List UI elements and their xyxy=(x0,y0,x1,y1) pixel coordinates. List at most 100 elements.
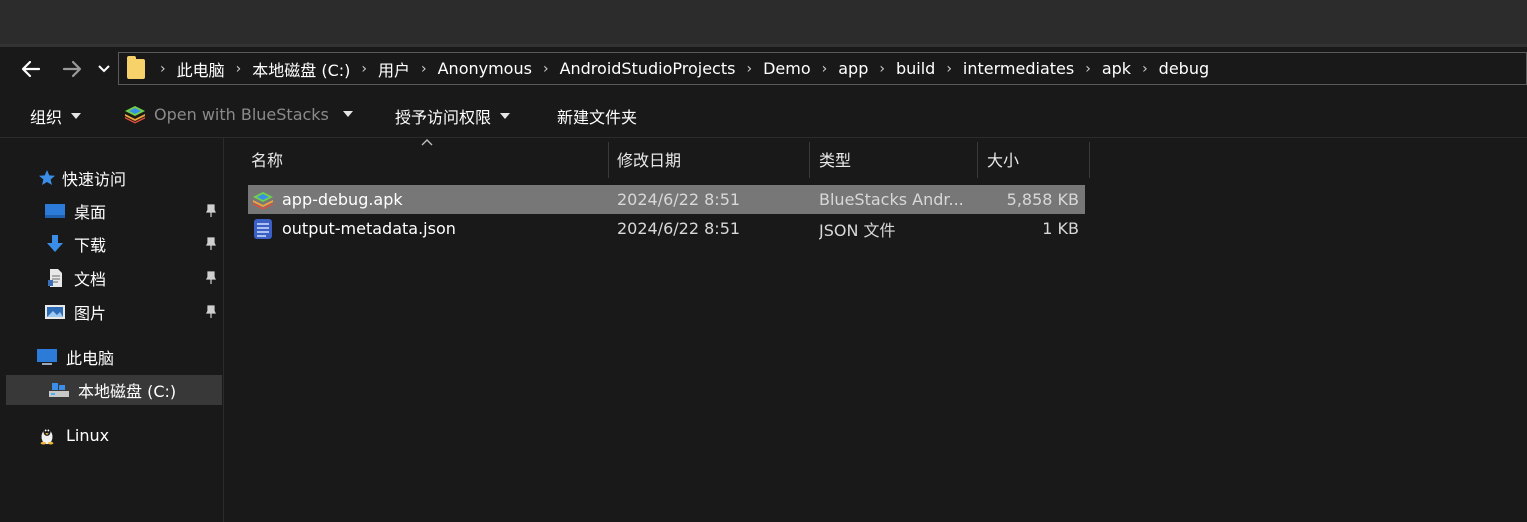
column-divider[interactable] xyxy=(809,142,810,178)
breadcrumb-item[interactable]: 用户 xyxy=(378,57,410,81)
sidebar-item-label: Linux xyxy=(66,425,110,445)
back-arrow-icon xyxy=(21,60,41,78)
column-divider[interactable] xyxy=(608,142,609,178)
organize-label: 组织 xyxy=(30,108,63,127)
navigation-pane: 快速访问 桌面 下载 文档 图片 此电脑 本地磁盘 (C:) Linux xyxy=(0,138,224,522)
breadcrumb-item[interactable]: debug xyxy=(1159,59,1209,78)
linux-penguin-icon xyxy=(40,426,54,445)
breadcrumb-separator-icon[interactable]: › xyxy=(811,61,839,77)
star-icon xyxy=(39,170,55,185)
breadcrumb-separator-icon[interactable]: › xyxy=(1074,61,1102,77)
chevron-down-icon xyxy=(98,65,110,73)
breadcrumb-item[interactable]: build xyxy=(896,59,935,78)
breadcrumb-separator-icon[interactable]: › xyxy=(410,61,438,77)
grant-access-button[interactable]: 授予访问权限 xyxy=(395,104,511,128)
breadcrumb-item[interactable]: AndroidStudioProjects xyxy=(560,59,736,78)
file-list: 名称 修改日期 类型 大小 app-debug.apk 2024/6/22 8:… xyxy=(225,138,1527,522)
sort-ascending-icon xyxy=(421,139,433,146)
file-name-cell: app-debug.apk xyxy=(252,185,602,214)
file-type-cell: BlueStacks Andr... xyxy=(819,190,964,209)
sidebar-item-documents[interactable]: 文档 xyxy=(44,263,222,293)
column-header-label: 大小 xyxy=(987,151,1020,170)
breadcrumb-separator-icon[interactable]: › xyxy=(532,61,560,77)
breadcrumb-item[interactable]: apk xyxy=(1102,59,1131,78)
column-header-modified[interactable]: 修改日期 xyxy=(617,138,681,180)
breadcrumb-separator-icon[interactable]: › xyxy=(1131,61,1159,77)
forward-button[interactable] xyxy=(58,55,86,83)
address-bar[interactable]: › 此电脑 › 本地磁盘 (C:) › 用户 › Anonymous › AndroidStudi… xyxy=(118,52,1527,85)
caret-down-icon xyxy=(342,111,353,117)
caret-down-icon xyxy=(500,113,511,119)
sidebar-item-this-pc[interactable]: 此电脑 xyxy=(36,342,222,372)
breadcrumb-separator-icon[interactable]: › xyxy=(225,61,253,77)
column-divider[interactable] xyxy=(1089,142,1090,178)
sidebar-item-label: 图片 xyxy=(74,304,107,323)
sidebar-item-local-disk[interactable]: 本地磁盘 (C:) xyxy=(6,375,222,405)
desktop-icon xyxy=(45,204,65,218)
sidebar-item-label: 桌面 xyxy=(74,203,107,222)
bluestacks-icon xyxy=(125,106,145,124)
column-header-size[interactable]: 大小 xyxy=(987,138,1019,180)
sidebar-item-desktop[interactable]: 桌面 xyxy=(44,196,222,226)
column-header-label: 类型 xyxy=(819,151,852,170)
breadcrumb-separator-icon[interactable]: › xyxy=(149,61,177,77)
file-modified-cell: 2024/6/22 8:51 xyxy=(617,190,741,209)
breadcrumb-separator-icon[interactable]: › xyxy=(935,61,963,77)
recent-locations-button[interactable] xyxy=(92,55,116,83)
sidebar-item-label: 下载 xyxy=(74,236,107,255)
file-row[interactable]: app-debug.apk 2024/6/22 8:51 BlueStacks … xyxy=(248,185,1085,214)
address-row: › 此电脑 › 本地磁盘 (C:) › 用户 › Anonymous › AndroidStudi… xyxy=(0,47,1527,92)
sidebar-item-linux[interactable]: Linux xyxy=(36,420,222,450)
breadcrumb-item[interactable]: Demo xyxy=(763,59,811,78)
pictures-icon xyxy=(45,305,65,319)
open-with-label: Open with BlueStacks xyxy=(154,104,329,124)
file-size-cell: 5,858 KB xyxy=(1006,190,1079,209)
document-icon xyxy=(48,269,62,287)
back-button[interactable] xyxy=(17,55,45,83)
sidebar-item-label: 快速访问 xyxy=(62,170,127,189)
breadcrumb-item[interactable]: intermediates xyxy=(963,59,1074,78)
file-name: output-metadata.json xyxy=(282,219,456,238)
file-row[interactable]: output-metadata.json 2024/6/22 8:51 JSON… xyxy=(248,214,1085,243)
file-modified-cell: 2024/6/22 8:51 xyxy=(617,219,741,238)
file-name: app-debug.apk xyxy=(282,190,403,209)
json-file-icon xyxy=(254,218,272,239)
download-icon xyxy=(47,235,63,252)
new-folder-label: 新建文件夹 xyxy=(557,108,638,127)
sidebar-item-downloads[interactable]: 下载 xyxy=(44,229,222,259)
new-folder-button[interactable]: 新建文件夹 xyxy=(557,104,637,128)
pin-icon[interactable] xyxy=(206,204,216,218)
breadcrumb-item[interactable]: 本地磁盘 (C:) xyxy=(252,57,350,81)
open-with-bluestacks-button[interactable]: Open with BlueStacks xyxy=(124,104,353,124)
pin-icon[interactable] xyxy=(206,271,216,285)
bluestacks-icon xyxy=(253,191,273,209)
sidebar-item-label: 文档 xyxy=(74,270,107,289)
breadcrumb: › 此电脑 › 本地磁盘 (C:) › 用户 › Anonymous › AndroidStudi… xyxy=(149,57,1209,81)
sidebar-item-label: 此电脑 xyxy=(66,349,115,368)
breadcrumb-item[interactable]: app xyxy=(838,59,868,78)
breadcrumb-item[interactable]: Anonymous xyxy=(438,59,532,78)
column-header-label: 修改日期 xyxy=(617,151,682,170)
pin-icon[interactable] xyxy=(206,237,216,251)
organize-button[interactable]: 组织 xyxy=(30,104,82,128)
folder-icon xyxy=(127,55,145,79)
column-header-name[interactable]: 名称 xyxy=(251,138,283,180)
sidebar-item-quick-access[interactable]: 快速访问 xyxy=(38,163,218,193)
file-size-cell: 1 KB xyxy=(1042,219,1079,238)
caret-down-icon xyxy=(71,113,82,119)
column-divider[interactable] xyxy=(977,142,978,178)
grant-access-label: 授予访问权限 xyxy=(395,108,492,127)
breadcrumb-separator-icon[interactable]: › xyxy=(868,61,896,77)
title-bar xyxy=(0,0,1527,47)
breadcrumb-separator-icon[interactable]: › xyxy=(735,61,763,77)
sidebar-item-label: 本地磁盘 (C:) xyxy=(78,382,177,401)
file-type-cell: JSON 文件 xyxy=(819,220,896,240)
column-header-type[interactable]: 类型 xyxy=(819,138,851,180)
column-header-label: 名称 xyxy=(251,151,284,170)
sidebar-item-pictures[interactable]: 图片 xyxy=(44,297,222,327)
forward-arrow-icon xyxy=(62,60,82,78)
breadcrumb-item[interactable]: 此电脑 xyxy=(177,57,225,81)
computer-icon xyxy=(37,349,57,365)
breadcrumb-separator-icon[interactable]: › xyxy=(350,61,378,77)
pin-icon[interactable] xyxy=(206,305,216,319)
